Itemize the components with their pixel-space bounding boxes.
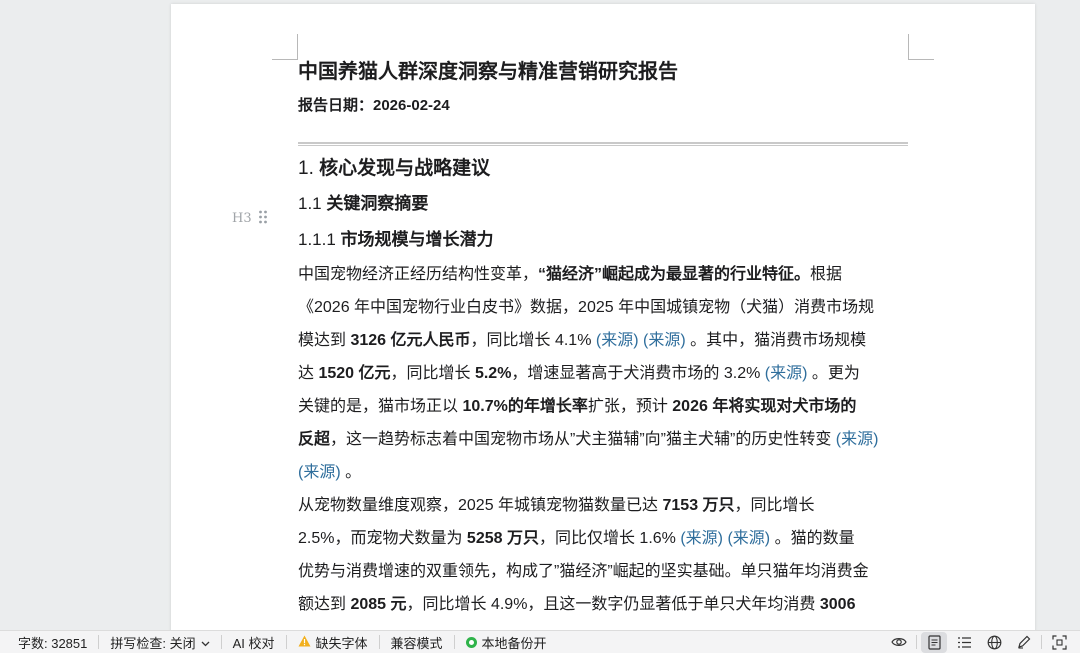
text-run: ，同比仅增长 1.6% [538, 530, 681, 547]
para2-line-3: 优势与消费增速的双重领先，构成了”猫经济”崛起的坚实基础。单只猫年均消费金 [298, 555, 918, 588]
para1-line-1: 中国宠物经济正经历结构性变革，“猫经济”崛起成为最显著的行业特征。根据 [298, 258, 918, 291]
bold-run: 10.7%的年增长率 [462, 398, 588, 415]
text-run: ，同比增长 4.1% [470, 332, 596, 349]
spell-check-toggle[interactable]: 拼写检查: 关闭 [99, 631, 220, 653]
text-run: 《2026 年中国宠物行业白皮书》数据，2025 年中国城镇宠物（犬猫）消费市场… [298, 299, 875, 316]
text-run: 模达到 [298, 332, 351, 349]
heading-3-text: 市场规模与增长潜力 [340, 230, 494, 249]
word-count-label: 字数: 32851 [18, 635, 88, 651]
source-link[interactable]: (来源) [765, 365, 808, 382]
view-controls [886, 631, 1080, 653]
source-link[interactable]: (来源) [298, 464, 341, 481]
paragraph-pet-count: 从宠物数量维度观察，2025 年城镇宠物猫数量已达 7153 万只，同比增长 2… [298, 489, 918, 621]
pen-icon[interactable] [1011, 632, 1037, 653]
text-run: 额达到 [298, 596, 351, 613]
document-title: 中国养猫人群深度洞察与精准营销研究报告 [298, 61, 678, 83]
text-run: 。更为 [807, 365, 860, 382]
text-run: 优势与消费增速的双重领先，构成了”猫经济”崛起的坚实基础。单只猫年均消费金 [298, 563, 869, 580]
text-run: 。 [340, 464, 362, 481]
heading-level-label: H3 [232, 211, 252, 226]
source-link[interactable]: (来源) [596, 332, 639, 349]
para1-line-5: 关键的是，猫市场正以 10.7%的年增长率扩张，预计 2026 年将实现对犬市场… [298, 390, 918, 423]
local-backup-label: 本地备份开 [481, 635, 547, 651]
text-run: 关键的是，猫市场正以 [298, 398, 463, 415]
source-link[interactable]: (来源) [836, 431, 879, 448]
text-run: 。猫的数量 [770, 530, 855, 547]
status-separator [916, 635, 917, 649]
para2-line-2: 2.5%，而宠物犬数量为 5258 万只，同比仅增长 1.6% (来源) (来源… [298, 522, 918, 555]
para1-line-6: 反超，这一趋势标志着中国宠物市场从”犬主猫辅”向”猫主犬辅”的历史性转变 (来源… [298, 423, 918, 456]
text-run: ，增速显著高于犬消费市场的 3.2% [511, 365, 765, 382]
bold-run: 7153 万只 [662, 497, 735, 514]
heading-3: 1.1.1 市场规模与增长潜力 [298, 228, 918, 252]
missing-fonts-label: 缺失字体 [315, 635, 368, 651]
chevron-down-icon [201, 635, 210, 650]
bold-run: 5.2% [474, 365, 512, 382]
text-run: 扩张，预计 [587, 398, 673, 415]
text-run: ，同比增长 4.9%，且这一数字仍显著低于单只犬年均消费 [406, 596, 820, 613]
text-run: ，同比增长 [734, 497, 815, 514]
bold-run: 2026 年将实现对犬市场的 [672, 398, 857, 415]
heading-2-number: 1.1 [298, 194, 322, 213]
heading-3-number: 1.1.1 [298, 230, 336, 249]
para1-line-7: (来源) 。 [298, 456, 918, 489]
backup-ok-icon [465, 636, 477, 648]
text-run: 根据 [810, 266, 843, 283]
para2-line-4: 额达到 2085 元，同比增长 4.9%，且这一数字仍显著低于单只犬年均消费 3… [298, 588, 918, 621]
spell-check-label: 拼写检查: 关闭 [110, 635, 196, 651]
source-link[interactable]: (来源) [680, 530, 723, 547]
text-run: 从宠物数量维度观察，2025 年城镇宠物猫数量已达 [298, 497, 663, 514]
status-bar: 字数: 32851 拼写检查: 关闭 AI 校对 缺失字体 兼容模式 本地备份开 [0, 630, 1080, 653]
document-canvas: 中国养猫人群深度洞察与精准营销研究报告 报告日期：2026-02-24 1. 核… [0, 0, 1080, 630]
text-run: ，这一趋势标志着中国宠物市场从”犬主猫辅”向”猫主犬辅”的历史性转变 [330, 431, 836, 448]
bold-run: 5258 万只 [466, 530, 539, 547]
eye-icon[interactable] [886, 632, 912, 653]
heading-level-handle[interactable]: H3 [232, 210, 268, 227]
ai-proofread-button[interactable]: AI 校对 [222, 631, 286, 653]
bold-run: 3126 亿元人民币 [350, 332, 471, 349]
heading-1-number: 1. [298, 158, 314, 179]
source-link[interactable]: (来源) [643, 332, 686, 349]
missing-fonts-button[interactable]: 缺失字体 [287, 631, 379, 653]
outline-view-icon[interactable] [951, 632, 977, 653]
bold-run: 反超 [298, 431, 331, 448]
warning-icon [298, 635, 311, 650]
bold-run: “猫经济”崛起成为最显著的行业特征。 [538, 266, 811, 283]
para1-line-4: 达 1520 亿元，同比增长 5.2%，增速显著高于犬消费市场的 3.2% (来… [298, 357, 918, 390]
source-link[interactable]: (来源) [727, 530, 770, 547]
text-run: ，同比增长 [390, 365, 475, 382]
drag-handle-icon[interactable] [258, 210, 268, 227]
bold-run: 3006 [819, 596, 856, 613]
para2-line-1: 从宠物数量维度观察，2025 年城镇宠物猫数量已达 7153 万只，同比增长 [298, 489, 918, 522]
heading-1-text: 核心发现与战略建议 [319, 158, 491, 179]
crop-mark-top-left [272, 34, 298, 60]
status-separator [1041, 635, 1042, 649]
text-run: 2.5%，而宠物犬数量为 [298, 530, 467, 547]
heading-2: 1.1 关键洞察摘要 [298, 192, 918, 216]
compat-mode-indicator[interactable]: 兼容模式 [380, 631, 454, 653]
para1-line-3: 模达到 3126 亿元人民币，同比增长 4.1% (来源) (来源) 。其中，猫… [298, 324, 918, 357]
crop-mark-top-right [908, 34, 934, 60]
document-body[interactable]: 中国养猫人群深度洞察与精准营销研究报告 报告日期：2026-02-24 1. 核… [298, 58, 918, 621]
title-divider [298, 142, 908, 146]
document-page[interactable]: 中国养猫人群深度洞察与精准营销研究报告 报告日期：2026-02-24 1. 核… [171, 4, 1035, 630]
text-run: 。其中，猫消费市场规模 [685, 332, 867, 349]
report-date: 报告日期：2026-02-24 [298, 97, 450, 114]
heading-1: 1. 核心发现与战略建议 [298, 156, 918, 182]
compat-mode-label: 兼容模式 [390, 635, 443, 651]
para1-line-2: 《2026 年中国宠物行业白皮书》数据，2025 年中国城镇宠物（犬猫）消费市场… [298, 291, 918, 324]
bold-run: 2085 元 [350, 596, 407, 613]
bold-run: 1520 亿元 [318, 365, 391, 382]
text-run: 达 [298, 365, 319, 382]
ai-proofread-label: AI 校对 [232, 635, 275, 651]
word-count[interactable]: 字数: 32851 [0, 631, 98, 653]
paragraph-market-size: 中国宠物经济正经历结构性变革，“猫经济”崛起成为最显著的行业特征。根据 《202… [298, 258, 918, 489]
heading-2-text: 关键洞察摘要 [326, 194, 429, 213]
web-view-icon[interactable] [981, 632, 1007, 653]
focus-mode-icon[interactable] [1046, 632, 1072, 653]
text-run: 中国宠物经济正经历结构性变革， [298, 266, 539, 283]
page-view-icon[interactable] [921, 631, 947, 653]
local-backup-status[interactable]: 本地备份开 [455, 631, 558, 653]
